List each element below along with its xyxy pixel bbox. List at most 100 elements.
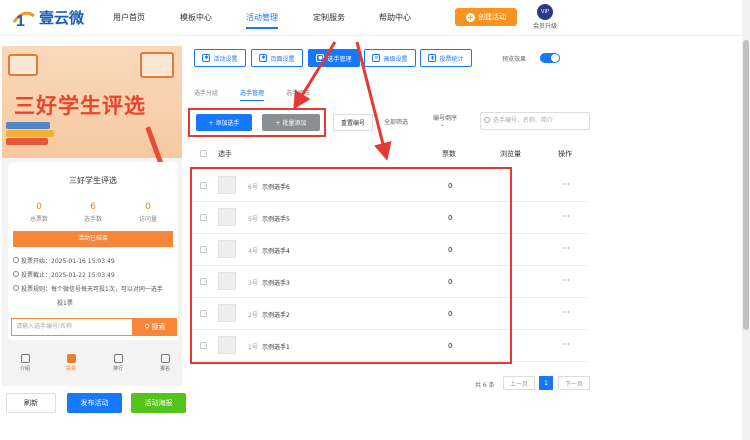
- header-views: 浏览量: [500, 150, 521, 158]
- subtab-player-management[interactable]: 选手管理: [240, 88, 265, 101]
- more-actions-icon[interactable]: ···: [562, 340, 570, 349]
- nav-activity-management[interactable]: 活动管理: [246, 12, 278, 29]
- info-icon: [13, 285, 19, 291]
- filter-all-dropdown[interactable]: 全部筛选: [384, 117, 408, 126]
- preview-tab-label: 报名: [159, 366, 170, 372]
- toolbar-page-settings[interactable]: ✱ 页面设置: [251, 49, 303, 67]
- subtab-player-groups[interactable]: 选手分组: [194, 88, 218, 97]
- nav-help-center[interactable]: 帮助中心: [379, 12, 411, 23]
- header-votes: 票数: [442, 150, 456, 158]
- publish-activity-button[interactable]: 发布活动: [67, 393, 122, 413]
- scrollbar-thumb[interactable]: [743, 40, 749, 330]
- user-icon: [66, 354, 76, 363]
- preview-search-label: 搜索: [151, 323, 166, 331]
- activity-info-card: 三好学生评选 0 总票数 6 选手数 0 访问量 活动已结束 投票开始：2025…: [8, 162, 178, 340]
- header-operations: 操作: [558, 150, 572, 158]
- more-actions-icon[interactable]: ···: [562, 180, 570, 189]
- page-1-button[interactable]: 1: [539, 376, 553, 390]
- pager-total: 共 6 条: [475, 382, 495, 389]
- player-search-input[interactable]: 选手编号、名称、简介: [480, 112, 590, 130]
- plus-icon: +: [466, 12, 475, 22]
- nav-template-center[interactable]: 模板中心: [180, 12, 212, 23]
- user-icon: ●: [316, 54, 325, 62]
- preview-search-button[interactable]: ⚲ 搜索: [133, 318, 177, 336]
- vote-rule-text: 投票规则：每个微信号每天可投1次，可以对同一选手: [21, 286, 163, 293]
- preview-tab-intro[interactable]: 介绍: [10, 354, 40, 372]
- search-icon: [484, 117, 490, 123]
- preview-tab-ranking[interactable]: 排行: [103, 354, 133, 372]
- clock-icon: [13, 271, 19, 277]
- vote-rule-info: 投票规则：每个微信号每天可投1次，可以对同一选手 投1票: [13, 284, 163, 307]
- vote-end-text: 投票截止：2025-01-22 15:03:49: [21, 272, 115, 279]
- nav-custom-service[interactable]: 定制服务: [313, 12, 345, 23]
- signup-icon: [160, 354, 170, 363]
- preview-tab-bar: 介绍 投票 排行 报名: [2, 350, 182, 378]
- vip-icon: VIP: [537, 4, 553, 20]
- more-actions-icon[interactable]: ···: [562, 244, 570, 253]
- vip-upgrade[interactable]: VIP 会员升级: [530, 4, 560, 30]
- vote-start-text: 投票开始：2025-01-16 15:03:49: [21, 258, 115, 265]
- preview-toggle[interactable]: [540, 53, 560, 63]
- more-actions-icon[interactable]: ···: [562, 276, 570, 285]
- stat-label: 选手数: [83, 216, 102, 223]
- brand-logo[interactable]: 1 壹云微: [12, 6, 85, 30]
- preview-tab-vote[interactable]: 投票: [56, 354, 86, 372]
- preview-tab-label: 投票: [65, 366, 76, 372]
- stat-visits: 0 访问量: [120, 202, 176, 223]
- card-title: 三好学生评选: [69, 176, 117, 185]
- open-book-icon: [140, 52, 174, 78]
- vote-start-info: 投票开始：2025-01-16 15:03:49: [13, 256, 115, 265]
- ranking-icon: [113, 354, 123, 363]
- activity-status-bar: 活动已结束: [13, 231, 173, 247]
- toolbar-vote-statistics[interactable]: ▮ 投票统计: [420, 49, 472, 67]
- table-header: 选手 票数 浏览量 操作: [190, 146, 590, 162]
- brand-name: 壹云微: [39, 8, 85, 27]
- intro-icon: [20, 354, 30, 363]
- stat-label: 访问量: [138, 216, 157, 223]
- preview-tab-signup[interactable]: 报名: [150, 354, 180, 372]
- reset-number-button[interactable]: 重置编号: [333, 114, 373, 131]
- search-icon: ⚲: [144, 323, 150, 331]
- create-activity-button[interactable]: + 创建活动: [455, 8, 517, 26]
- toolbar-advanced-settings[interactable]: ≡ 高级设置: [364, 49, 416, 67]
- top-nav-bar: 1 壹云微 用户首页 模板中心 活动管理 定制服务 帮助中心 + 创建活动 VI…: [0, 0, 750, 36]
- page-scrollbar[interactable]: [742, 0, 750, 440]
- activity-poster-button[interactable]: 活动海报: [131, 393, 186, 413]
- toolbar-activity-settings[interactable]: ✱ 活动设置: [194, 49, 246, 67]
- book-icon: [8, 54, 38, 76]
- subtab-player-review[interactable]: 选手审核: [286, 88, 310, 97]
- stat-value: 6: [90, 202, 96, 212]
- clock-icon: [13, 257, 19, 263]
- pencil-icon: [145, 126, 164, 166]
- refresh-button[interactable]: 刷新: [6, 393, 56, 413]
- chevron-down-icon: ⌄: [440, 121, 446, 128]
- vote-rule-text-cont: 投1票: [57, 300, 73, 307]
- bar-chart-icon: ▮: [428, 54, 437, 62]
- nav-user-home[interactable]: 用户首页: [113, 12, 145, 23]
- books-stack-icon: [6, 122, 56, 150]
- toolbar-player-management[interactable]: ● 选手管理: [308, 49, 360, 67]
- next-page-button[interactable]: 下一页: [558, 376, 590, 390]
- select-all-checkbox[interactable]: [200, 150, 207, 157]
- stat-label: 总票数: [29, 216, 48, 223]
- stat-total-votes: 0 总票数: [11, 202, 67, 223]
- toolbar-label: 活动设置: [213, 55, 238, 63]
- stat-value: 0: [36, 202, 42, 212]
- preview-tab-label: 排行: [112, 366, 123, 372]
- toolbar-label: 投票统计: [439, 55, 464, 63]
- more-actions-icon[interactable]: ···: [562, 212, 570, 221]
- toolbar-label: 页面设置: [270, 55, 295, 63]
- advanced-icon: ≡: [372, 54, 381, 62]
- toolbar-label: 选手管理: [327, 55, 352, 63]
- preview-search-input[interactable]: 请输入选手编号/名称: [11, 318, 133, 336]
- settings-icon: ✱: [259, 54, 268, 62]
- banner-title: 三好学生评选: [14, 94, 146, 118]
- more-actions-icon[interactable]: ···: [562, 308, 570, 317]
- stat-value: 0: [145, 202, 151, 212]
- prev-page-button[interactable]: 上一页: [503, 376, 535, 390]
- highlight-box-list: [190, 167, 512, 364]
- vip-upgrade-label: 会员升级: [532, 23, 557, 30]
- preview-toggle-label: 预览效果: [502, 56, 527, 63]
- gear-icon: ✱: [202, 54, 211, 62]
- preview-banner: 三好学生评选: [2, 46, 182, 166]
